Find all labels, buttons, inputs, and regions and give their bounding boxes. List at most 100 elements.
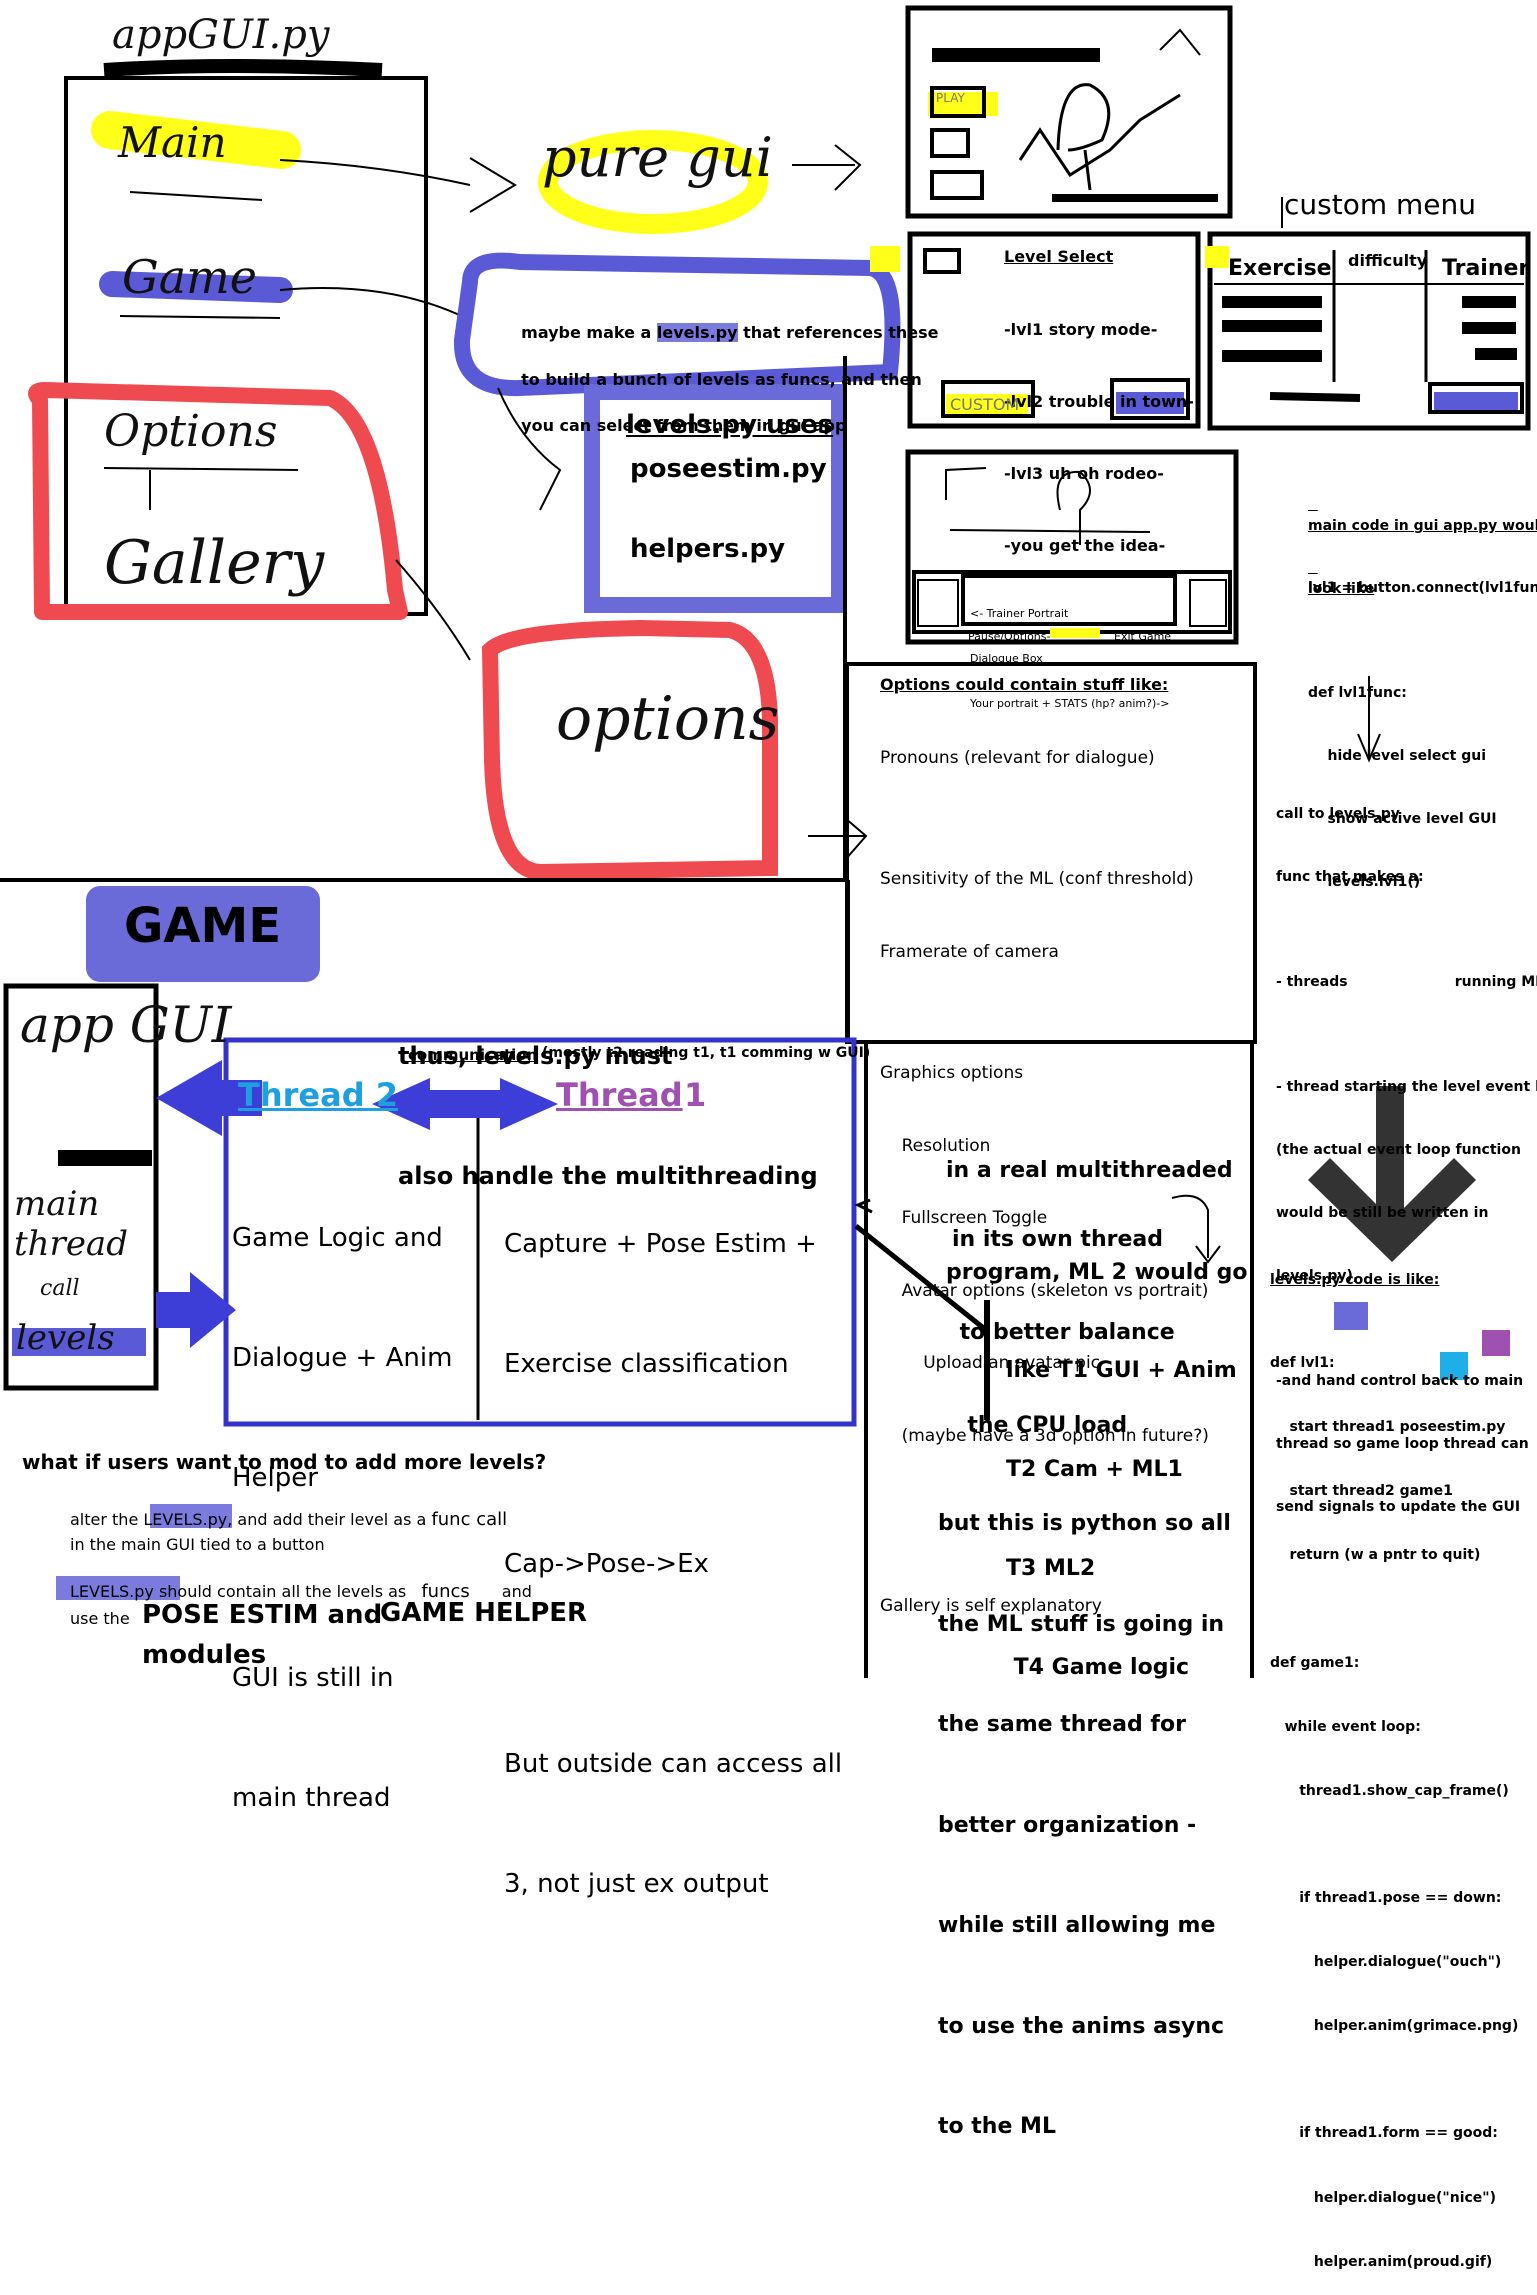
- levels-code-block: def lvl1: start thread1 poseestim.py sta…: [1270, 1310, 1518, 2295]
- thread2-line: Dialogue + Anim: [232, 1343, 453, 1373]
- app-title: appGUI.py: [112, 12, 330, 58]
- exit-game-label[interactable]: Exit Game: [1114, 630, 1171, 643]
- pure-gui-label: pure gui: [542, 126, 773, 189]
- mod-question: what if users want to mod to add more le…: [22, 1450, 547, 1474]
- options-line: Pronouns (relevant for dialogue): [880, 748, 1155, 769]
- trainer-bar: [1462, 322, 1516, 334]
- levels-file-mention: LEVELS.py,: [143, 1510, 233, 1529]
- exercise-bar: [1222, 350, 1322, 362]
- code-line: def lvl1:: [1270, 1354, 1335, 1371]
- code-line: while event loop:: [1270, 1718, 1421, 1735]
- levels-note-line1a: maybe make a: [521, 323, 652, 343]
- code-line: lvl1 = button.connect(lvl1func): [1308, 580, 1537, 596]
- thread2-line: Game Logic and: [232, 1223, 443, 1253]
- pose-estim-mention: POSE ESTIM and: [142, 1600, 383, 1630]
- custom-button-label[interactable]: CUSTOM: [950, 394, 1019, 416]
- uses-item-helpers: helpers.py: [630, 534, 786, 564]
- game-helper-mention: GAME HELPER: [380, 1598, 588, 1628]
- code-line: def game1:: [1270, 1654, 1360, 1671]
- code-line: helper.dialogue("nice"): [1270, 2189, 1496, 2206]
- code-line: if thread1.pose == down:: [1270, 1889, 1502, 1906]
- app-gui-label: app GUI: [20, 996, 232, 1054]
- code-line: helper.anim(grimace.png): [1270, 2018, 1519, 2035]
- note-line: func that makes a:: [1276, 869, 1424, 885]
- exercise-header: Exercise: [1228, 256, 1332, 281]
- menu-game-label: Game: [122, 250, 258, 304]
- options-line: Framerate of camera: [880, 942, 1059, 963]
- levels-note-line1b: that references these: [743, 323, 939, 343]
- arrowhead-icon: [469, 157, 517, 213]
- code-line: if thread1.form == good:: [1270, 2125, 1498, 2142]
- multi-line: to the ML: [938, 2114, 1056, 2139]
- code-line: start thread2 game1: [1270, 1483, 1453, 1500]
- multi-line: the same thread for: [938, 1712, 1186, 1737]
- custom-menu-label: custom menu: [1284, 188, 1477, 221]
- note-line: would be still be written in: [1276, 1205, 1489, 1221]
- level-item[interactable]: -lvl1 story mode-: [1004, 318, 1194, 342]
- title-underline: [103, 59, 383, 77]
- code-line: def lvl1func:: [1308, 685, 1407, 701]
- arrowhead-icon: [834, 144, 862, 191]
- game-title: GAME: [124, 898, 282, 954]
- thread1-number: 1: [684, 1076, 707, 1114]
- func-call-mention: func call: [431, 1509, 508, 1530]
- options-underline: [103, 467, 299, 471]
- game-to-levels-line: [279, 287, 471, 321]
- communication-note: (mostly t2 reading t1, t1 comming w GUI): [542, 1045, 871, 1061]
- modules-label: modules: [142, 1640, 267, 1670]
- note-line: (the actual event loop function: [1276, 1142, 1521, 1158]
- levels-file-mention: LEVELS.py: [70, 1582, 154, 1601]
- thread1-line: Capture + Pose Estim +: [504, 1229, 817, 1259]
- mod-alter-line2: in the main GUI tied to a button: [70, 1535, 325, 1554]
- gallery-scribble-label: options: [556, 684, 780, 754]
- multi-line: but this is python so all: [938, 1511, 1231, 1536]
- play-button-label: PLAY: [936, 91, 965, 105]
- multi-note-d: but this is python so all the ML stuff i…: [938, 1440, 1231, 2177]
- dialogue-line: <- Trainer Portrait: [970, 607, 1069, 620]
- menu-title-bar: [932, 48, 1100, 62]
- main-to-puregui-line: [279, 159, 471, 186]
- game-underline: [119, 315, 281, 319]
- code-line: helper.dialogue("ouch"): [1270, 1954, 1502, 1971]
- trainer-bar: [1462, 296, 1516, 308]
- uses-title: levels.py uses: [626, 410, 834, 440]
- menu-gallery-label: Gallery: [104, 528, 325, 598]
- exercise-bar: [1222, 320, 1322, 332]
- pause-options-label[interactable]: Pause/Options-: [968, 630, 1050, 643]
- options-line: Graphics options: [880, 1063, 1024, 1084]
- levels-label: levels: [16, 1318, 115, 1358]
- thread1-label: Thread: [556, 1076, 683, 1114]
- options-line: Sensitivity of the ML (conf threshold): [880, 869, 1194, 890]
- dialogue-line: Dialogue Box: [970, 652, 1043, 665]
- call-label: call: [40, 1276, 80, 1301]
- code-line: helper.anim(proud.gif): [1270, 2253, 1493, 2270]
- note-line: - threads running ML,: [1276, 974, 1537, 990]
- thread2-line: main thread: [232, 1783, 391, 1813]
- exercise-bar: [1222, 296, 1322, 308]
- thread1-desc: Capture + Pose Estim + Exercise classifi…: [504, 1144, 842, 1944]
- multi-line: the ML stuff is going in: [938, 1611, 1225, 1637]
- multi-line: in its own thread: [952, 1227, 1163, 1252]
- mod-text: should contain all the levels as: [153, 1582, 412, 1601]
- multi-line: like T1 GUI + Anim: [1006, 1358, 1237, 1383]
- thread1-line: Cap->Pose->Ex: [504, 1549, 709, 1579]
- code-line: thread1.show_cap_frame(): [1270, 1782, 1509, 1799]
- levels-code-title: levels.py code is like:: [1270, 1272, 1440, 1288]
- multi-line: while still allowing me: [938, 1913, 1216, 1938]
- uses-item-poseestim: poseestim.py: [630, 454, 827, 484]
- scribble-icon: [1269, 392, 1361, 402]
- note-line: - thread starting the level event loop: [1276, 1079, 1537, 1095]
- yellow-mark: [1205, 246, 1229, 268]
- level-item[interactable]: -you get the idea-: [1004, 534, 1194, 558]
- multi-line: better organization -: [938, 1812, 1197, 1838]
- level-item[interactable]: -lvl3 uh oh rodeo-: [1004, 462, 1194, 486]
- main-thread-label: main thread: [14, 1184, 128, 1264]
- level-list: -lvl1 story mode- -lvl2 trouble in town-…: [1004, 270, 1194, 582]
- confirm-button-highlight: [1434, 392, 1518, 410]
- main-underline: [129, 191, 263, 201]
- main-code-title-line: main code in gui app.py would: [1308, 518, 1537, 534]
- thread2-label: Thread 2: [238, 1076, 398, 1114]
- mod-text: alter the: [70, 1510, 144, 1529]
- level-item[interactable]: -lvl2 trouble in town-: [1004, 390, 1194, 414]
- code-line: return (w a pntr to quit): [1270, 1547, 1481, 1564]
